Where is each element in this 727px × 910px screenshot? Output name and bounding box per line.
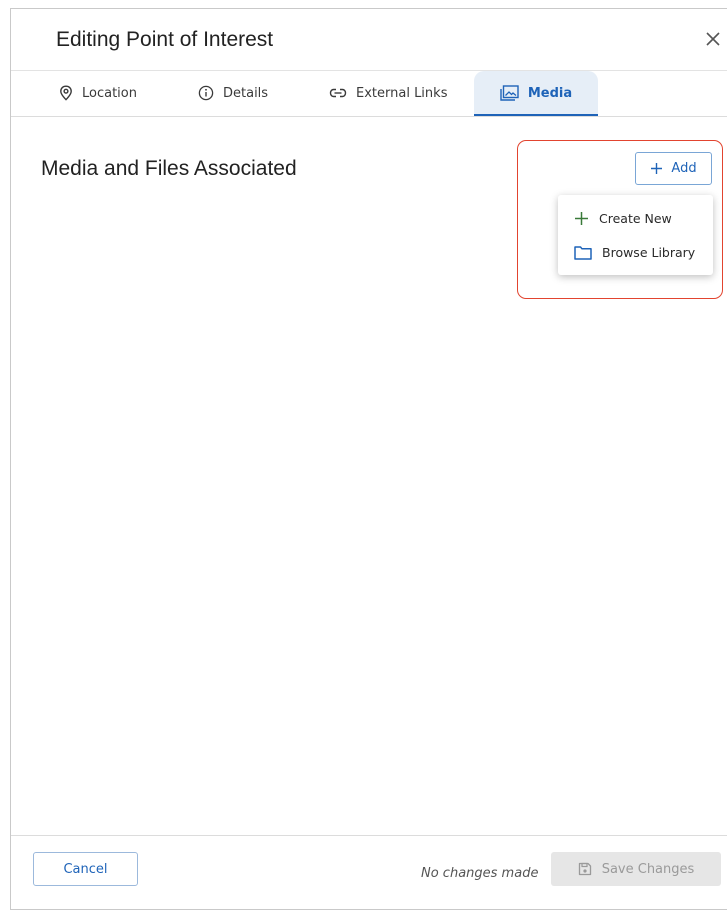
plus-icon bbox=[651, 163, 663, 174]
info-circle-icon bbox=[198, 85, 214, 101]
tab-details[interactable]: Details bbox=[198, 71, 268, 115]
tab-details-label: Details bbox=[223, 85, 269, 101]
save-changes-button[interactable]: Save Changes bbox=[551, 852, 721, 886]
close-button[interactable] bbox=[701, 27, 725, 51]
tab-location-label: Location bbox=[82, 85, 137, 101]
close-icon bbox=[706, 32, 720, 46]
menu-item-create-new-label: Create New bbox=[599, 210, 672, 226]
add-button-label: Add bbox=[671, 161, 697, 176]
cancel-button[interactable]: Cancel bbox=[33, 852, 138, 886]
tab-bar: Location Details External Links Media bbox=[11, 70, 727, 117]
tab-external-links-label: External Links bbox=[356, 85, 448, 101]
menu-item-browse-library-label: Browse Library bbox=[602, 244, 696, 260]
image-gallery-icon bbox=[500, 85, 519, 101]
folder-icon bbox=[574, 245, 592, 260]
section-title: Media and Files Associated bbox=[41, 157, 297, 180]
map-pin-icon bbox=[60, 85, 72, 101]
tab-location[interactable]: Location bbox=[59, 71, 137, 115]
menu-item-create-new[interactable]: Create New bbox=[558, 201, 713, 235]
tab-media[interactable]: Media bbox=[474, 71, 598, 116]
edit-poi-dialog: Editing Point of Interest Location Detai… bbox=[10, 8, 727, 910]
menu-item-browse-library[interactable]: Browse Library bbox=[558, 235, 713, 269]
plus-icon bbox=[575, 211, 588, 225]
tab-external-links[interactable]: External Links bbox=[329, 71, 447, 115]
save-disk-icon bbox=[578, 862, 591, 876]
link-icon bbox=[329, 88, 347, 98]
add-button[interactable]: Add bbox=[635, 152, 712, 185]
add-dropdown-menu: Create New Browse Library bbox=[558, 195, 713, 275]
save-changes-label: Save Changes bbox=[601, 861, 695, 877]
tab-media-label: Media bbox=[527, 85, 573, 101]
dialog-footer: Cancel No changes made Save Changes bbox=[11, 835, 727, 910]
status-text: No changes made bbox=[421, 866, 539, 881]
dialog-title: Editing Point of Interest bbox=[56, 28, 274, 51]
